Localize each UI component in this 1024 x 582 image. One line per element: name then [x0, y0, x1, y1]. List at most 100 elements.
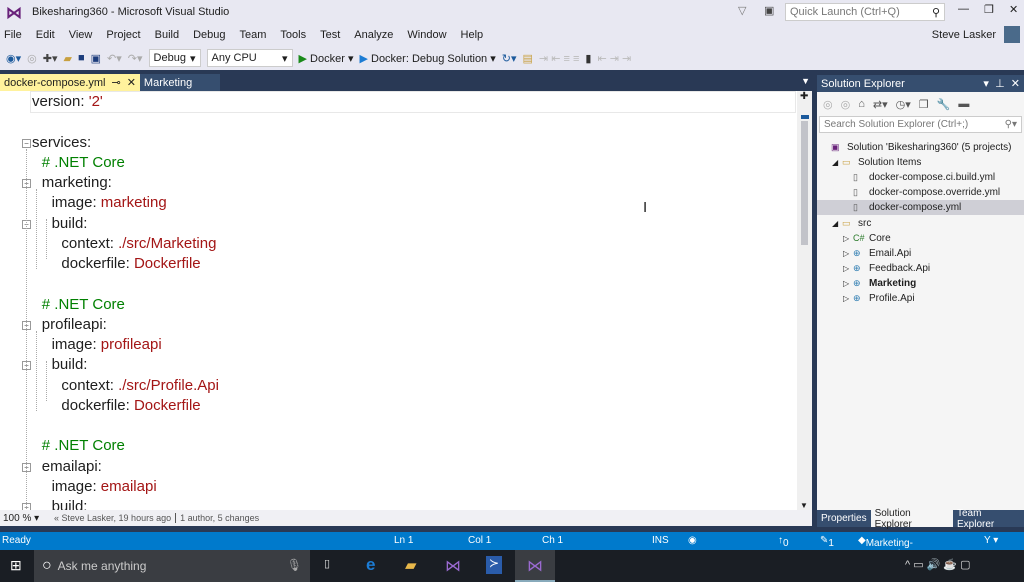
tab-overflow-icon[interactable]: ▼: [801, 76, 810, 86]
code-editor[interactable]: version: '2' services: − # .NET Core marketi…: [0, 91, 812, 510]
collapsed-arrow-icon[interactable]: ▷: [843, 294, 853, 303]
menu-debug[interactable]: Debug: [193, 29, 225, 41]
tab-properties[interactable]: Properties: [817, 510, 871, 527]
scroll-down-icon[interactable]: ▼: [800, 501, 808, 510]
notifications-icon[interactable]: ▣: [764, 4, 774, 17]
tree-item[interactable]: ▷ ⊕ Profile.Api: [817, 291, 1024, 306]
expanded-arrow-icon[interactable]: ◢: [832, 219, 842, 228]
collapse-all-icon[interactable]: ❐: [919, 98, 929, 111]
tab-docker-compose[interactable]: docker-compose.yml ⊸ ✕: [0, 74, 140, 91]
collapsed-arrow-icon[interactable]: ▷: [843, 249, 853, 258]
tab-team-explorer[interactable]: Team Explorer: [953, 508, 1024, 530]
home-icon[interactable]: ⌂: [858, 98, 865, 110]
tree-item[interactable]: ▷ ⊕ Marketing: [817, 276, 1024, 291]
tree-item[interactable]: ▷ ⊕ Feedback.Api: [817, 261, 1024, 276]
pending-edits-button[interactable]: ✎ 1: [820, 535, 834, 549]
sync-icon[interactable]: ⇄▾: [873, 98, 888, 111]
close-icon[interactable]: ✕: [1011, 78, 1020, 90]
tree-item[interactable]: ▯ docker-compose.override.yml: [817, 185, 1024, 200]
quick-launch-input[interactable]: Quick Launch (Ctrl+Q) ⚲: [785, 3, 945, 21]
cortana-search[interactable]: ○ Ask me anything 🎙: [34, 550, 310, 582]
powershell-icon[interactable]: ≻: [486, 556, 502, 574]
tree-item[interactable]: ◢ ▭ Solution Items: [817, 155, 1024, 170]
menu-tools[interactable]: Tools: [280, 29, 306, 41]
menu-analyze[interactable]: Analyze: [354, 29, 393, 41]
tab-marketing[interactable]: Marketing: [139, 74, 220, 91]
pending-changes-icon[interactable]: ◷▾: [896, 98, 911, 111]
save-all-icon[interactable]: ▣: [91, 52, 101, 65]
edge-icon[interactable]: e: [366, 555, 375, 575]
repo-icon[interactable]: Y ▾: [984, 535, 998, 546]
pin-icon[interactable]: ⊸: [111, 76, 120, 89]
pin-icon[interactable]: ⊥: [995, 78, 1005, 90]
save-icon[interactable]: ■: [78, 52, 85, 64]
configuration-dropdown[interactable]: Debug ▾: [148, 49, 201, 67]
menu-help[interactable]: Help: [461, 29, 484, 41]
back-icon[interactable]: ◉▾: [6, 52, 21, 65]
dropdown-icon[interactable]: ▾: [983, 78, 989, 90]
forward-icon[interactable]: ◎: [27, 52, 37, 65]
tree-item[interactable]: ▯ docker-compose.ci.build.yml: [817, 170, 1024, 185]
properties-icon[interactable]: 🔧: [937, 98, 951, 111]
windows-start-icon[interactable]: ⊞: [10, 557, 22, 574]
microphone-icon[interactable]: 🎙: [287, 558, 302, 572]
system-tray-icons[interactable]: ^ ▭ 🔊 ☕ ▢: [905, 558, 971, 571]
tree-item[interactable]: ▣ Solution 'Bikesharing360' (5 projects): [817, 140, 1024, 155]
scroll-thumb[interactable]: [801, 121, 808, 245]
tree-item[interactable]: ◢ ▭ src: [817, 216, 1024, 231]
publish-button[interactable]: ↑ 0: [778, 535, 789, 549]
tree-item[interactable]: ▷ C# Core: [817, 231, 1024, 246]
expanded-arrow-icon[interactable]: ◢: [832, 158, 842, 167]
menu-edit[interactable]: Edit: [36, 29, 55, 41]
menu-window[interactable]: Window: [407, 29, 446, 41]
collapse-region-icon[interactable]: −: [22, 138, 31, 148]
collapsed-arrow-icon[interactable]: ▷: [843, 279, 853, 288]
avatar[interactable]: [1004, 26, 1020, 43]
forward-icon[interactable]: ◎: [841, 98, 851, 111]
undo-icon[interactable]: ↶▾: [107, 52, 122, 65]
live-share-icon[interactable]: ◉: [688, 535, 697, 546]
bookmark-nav-icon[interactable]: ⇤ ⇥ ⇥: [597, 52, 631, 65]
visual-studio-active-icon[interactable]: ⋈: [515, 550, 555, 582]
menu-test[interactable]: Test: [320, 29, 340, 41]
feedback-filter-icon[interactable]: ▽: [738, 4, 746, 17]
back-icon[interactable]: ◎: [823, 98, 833, 111]
close-button[interactable]: ✕: [1009, 3, 1018, 16]
restore-button[interactable]: ❐: [984, 3, 994, 16]
visual-studio-icon[interactable]: ⋈: [445, 556, 461, 576]
task-view-icon[interactable]: ▯: [324, 557, 330, 570]
user-name[interactable]: Steve Lasker: [932, 29, 996, 41]
refresh-icon[interactable]: ↻▾: [502, 52, 517, 65]
collapsed-arrow-icon[interactable]: ▷: [843, 264, 853, 273]
open-icon[interactable]: ▰: [63, 52, 71, 65]
vertical-scrollbar[interactable]: ✚ ▼: [797, 91, 812, 510]
close-tab-icon[interactable]: ✕: [127, 76, 136, 89]
minimize-button[interactable]: —: [958, 3, 969, 15]
tree-item[interactable]: ▷ ⊕ Email.Api: [817, 246, 1024, 261]
preview-icon[interactable]: ▬: [958, 98, 969, 110]
codelens-author[interactable]: « Steve Lasker, 19 hours ago: [50, 513, 177, 523]
file-explorer-icon[interactable]: ▰: [405, 556, 417, 574]
branch-button[interactable]: ◆ Marketing-Campaign: [858, 535, 913, 560]
redo-icon[interactable]: ↷▾: [128, 52, 143, 65]
new-project-icon[interactable]: ✚▾: [43, 52, 58, 65]
tab-solution-explorer[interactable]: Solution Explorer: [870, 508, 953, 530]
menu-team[interactable]: Team: [240, 29, 267, 41]
indent-icon[interactable]: ⇥ ⇤ ≡ ≡: [539, 52, 579, 65]
tree-item[interactable]: ▯ docker-compose.yml: [817, 200, 1024, 216]
solution-search-input[interactable]: Search Solution Explorer (Ctrl+;) ⚲▾: [819, 116, 1022, 133]
codelens-changes[interactable]: 1 author, 5 changes: [176, 513, 263, 523]
menu-file[interactable]: File: [4, 29, 22, 41]
platform-dropdown[interactable]: Any CPU ▾: [206, 49, 293, 67]
split-icon[interactable]: ✚: [800, 91, 808, 102]
zoom-dropdown[interactable]: 100 % ▾: [0, 513, 50, 524]
code-line: image: marketing: [52, 193, 167, 213]
menu-project[interactable]: Project: [106, 29, 140, 41]
menu-build[interactable]: Build: [155, 29, 179, 41]
debug-solution-button[interactable]: ▶ Docker: Debug Solution ▾: [359, 52, 495, 65]
bookmark-icon[interactable]: ▮: [585, 52, 591, 65]
collapsed-arrow-icon[interactable]: ▷: [843, 234, 853, 243]
run-docker-button[interactable]: ▶ Docker ▾: [299, 52, 354, 65]
find-in-files-icon[interactable]: ▤: [523, 52, 533, 65]
menu-view[interactable]: View: [69, 29, 93, 41]
